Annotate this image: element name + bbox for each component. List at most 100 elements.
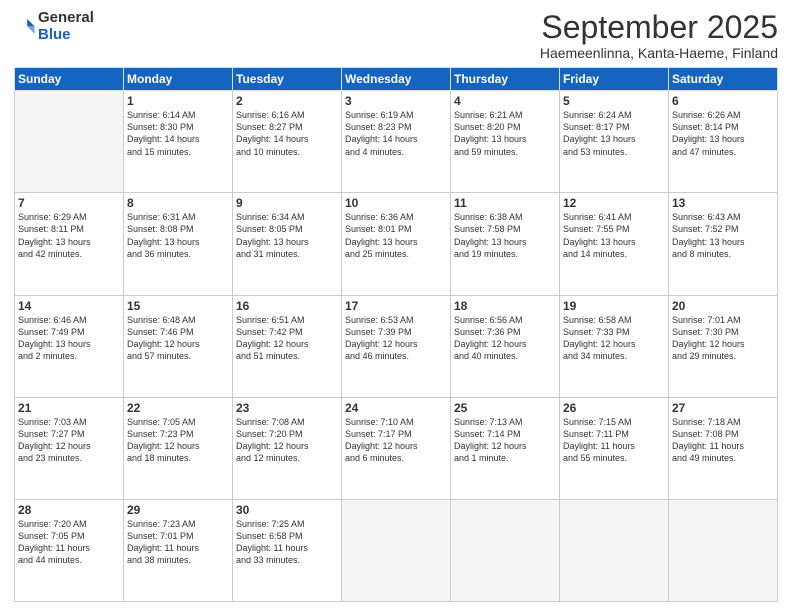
col-tuesday: Tuesday (233, 68, 342, 91)
day-info: Sunrise: 6:53 AMSunset: 7:39 PMDaylight:… (345, 314, 447, 363)
week-row-3: 14Sunrise: 6:46 AMSunset: 7:49 PMDayligh… (15, 295, 778, 397)
title-block: September 2025 Haemeenlinna, Kanta-Haeme… (540, 10, 778, 61)
day-number: 7 (18, 196, 120, 210)
day-info: Sunrise: 7:03 AMSunset: 7:27 PMDaylight:… (18, 416, 120, 465)
day-number: 24 (345, 401, 447, 415)
day-cell: 30Sunrise: 7:25 AMSunset: 6:58 PMDayligh… (233, 499, 342, 601)
day-number: 22 (127, 401, 229, 415)
day-number: 9 (236, 196, 338, 210)
calendar-header: Sunday Monday Tuesday Wednesday Thursday… (15, 68, 778, 91)
day-number: 18 (454, 299, 556, 313)
day-info: Sunrise: 6:26 AMSunset: 8:14 PMDaylight:… (672, 109, 774, 158)
day-cell: 18Sunrise: 6:56 AMSunset: 7:36 PMDayligh… (451, 295, 560, 397)
day-cell: 8Sunrise: 6:31 AMSunset: 8:08 PMDaylight… (124, 193, 233, 295)
day-info: Sunrise: 6:43 AMSunset: 7:52 PMDaylight:… (672, 211, 774, 260)
day-info: Sunrise: 6:16 AMSunset: 8:27 PMDaylight:… (236, 109, 338, 158)
day-info: Sunrise: 7:25 AMSunset: 6:58 PMDaylight:… (236, 518, 338, 567)
day-cell: 21Sunrise: 7:03 AMSunset: 7:27 PMDayligh… (15, 397, 124, 499)
day-cell: 19Sunrise: 6:58 AMSunset: 7:33 PMDayligh… (560, 295, 669, 397)
col-monday: Monday (124, 68, 233, 91)
day-info: Sunrise: 7:10 AMSunset: 7:17 PMDaylight:… (345, 416, 447, 465)
day-cell: 17Sunrise: 6:53 AMSunset: 7:39 PMDayligh… (342, 295, 451, 397)
day-number: 15 (127, 299, 229, 313)
day-info: Sunrise: 6:21 AMSunset: 8:20 PMDaylight:… (454, 109, 556, 158)
col-wednesday: Wednesday (342, 68, 451, 91)
day-number: 26 (563, 401, 665, 415)
day-number: 10 (345, 196, 447, 210)
day-info: Sunrise: 6:56 AMSunset: 7:36 PMDaylight:… (454, 314, 556, 363)
day-info: Sunrise: 7:05 AMSunset: 7:23 PMDaylight:… (127, 416, 229, 465)
day-cell: 23Sunrise: 7:08 AMSunset: 7:20 PMDayligh… (233, 397, 342, 499)
day-cell: 22Sunrise: 7:05 AMSunset: 7:23 PMDayligh… (124, 397, 233, 499)
day-cell: 5Sunrise: 6:24 AMSunset: 8:17 PMDaylight… (560, 91, 669, 193)
day-info: Sunrise: 7:15 AMSunset: 7:11 PMDaylight:… (563, 416, 665, 465)
day-cell: 26Sunrise: 7:15 AMSunset: 7:11 PMDayligh… (560, 397, 669, 499)
week-row-2: 7Sunrise: 6:29 AMSunset: 8:11 PMDaylight… (15, 193, 778, 295)
day-cell: 11Sunrise: 6:38 AMSunset: 7:58 PMDayligh… (451, 193, 560, 295)
day-info: Sunrise: 6:14 AMSunset: 8:30 PMDaylight:… (127, 109, 229, 158)
day-cell: 25Sunrise: 7:13 AMSunset: 7:14 PMDayligh… (451, 397, 560, 499)
day-number: 16 (236, 299, 338, 313)
day-cell (669, 499, 778, 601)
logo-blue: Blue (38, 26, 71, 43)
day-cell: 27Sunrise: 7:18 AMSunset: 7:08 PMDayligh… (669, 397, 778, 499)
day-info: Sunrise: 7:23 AMSunset: 7:01 PMDaylight:… (127, 518, 229, 567)
day-info: Sunrise: 6:34 AMSunset: 8:05 PMDaylight:… (236, 211, 338, 260)
day-info: Sunrise: 7:13 AMSunset: 7:14 PMDaylight:… (454, 416, 556, 465)
day-info: Sunrise: 6:48 AMSunset: 7:46 PMDaylight:… (127, 314, 229, 363)
day-info: Sunrise: 7:20 AMSunset: 7:05 PMDaylight:… (18, 518, 120, 567)
day-number: 25 (454, 401, 556, 415)
calendar-table: Sunday Monday Tuesday Wednesday Thursday… (14, 67, 778, 602)
day-cell: 2Sunrise: 6:16 AMSunset: 8:27 PMDaylight… (233, 91, 342, 193)
day-number: 3 (345, 94, 447, 108)
day-cell (451, 499, 560, 601)
day-number: 19 (563, 299, 665, 313)
day-cell (15, 91, 124, 193)
logo-text: General Blue (38, 10, 94, 43)
day-cell: 13Sunrise: 6:43 AMSunset: 7:52 PMDayligh… (669, 193, 778, 295)
day-number: 6 (672, 94, 774, 108)
day-info: Sunrise: 6:19 AMSunset: 8:23 PMDaylight:… (345, 109, 447, 158)
logo: General Blue (14, 10, 94, 43)
day-cell: 20Sunrise: 7:01 AMSunset: 7:30 PMDayligh… (669, 295, 778, 397)
week-row-4: 21Sunrise: 7:03 AMSunset: 7:27 PMDayligh… (15, 397, 778, 499)
day-number: 29 (127, 503, 229, 517)
day-info: Sunrise: 7:01 AMSunset: 7:30 PMDaylight:… (672, 314, 774, 363)
logo-general: General (38, 9, 94, 26)
day-cell: 4Sunrise: 6:21 AMSunset: 8:20 PMDaylight… (451, 91, 560, 193)
day-cell: 12Sunrise: 6:41 AMSunset: 7:55 PMDayligh… (560, 193, 669, 295)
day-info: Sunrise: 6:29 AMSunset: 8:11 PMDaylight:… (18, 211, 120, 260)
day-cell: 3Sunrise: 6:19 AMSunset: 8:23 PMDaylight… (342, 91, 451, 193)
day-info: Sunrise: 6:24 AMSunset: 8:17 PMDaylight:… (563, 109, 665, 158)
day-number: 2 (236, 94, 338, 108)
day-cell (560, 499, 669, 601)
day-cell: 24Sunrise: 7:10 AMSunset: 7:17 PMDayligh… (342, 397, 451, 499)
day-cell: 16Sunrise: 6:51 AMSunset: 7:42 PMDayligh… (233, 295, 342, 397)
col-sunday: Sunday (15, 68, 124, 91)
header-row: Sunday Monday Tuesday Wednesday Thursday… (15, 68, 778, 91)
day-number: 14 (18, 299, 120, 313)
day-info: Sunrise: 7:08 AMSunset: 7:20 PMDaylight:… (236, 416, 338, 465)
day-number: 8 (127, 196, 229, 210)
day-number: 1 (127, 94, 229, 108)
day-number: 23 (236, 401, 338, 415)
calendar-body: 1Sunrise: 6:14 AMSunset: 8:30 PMDaylight… (15, 91, 778, 602)
month-title: September 2025 (540, 10, 778, 45)
day-number: 30 (236, 503, 338, 517)
day-cell: 29Sunrise: 7:23 AMSunset: 7:01 PMDayligh… (124, 499, 233, 601)
day-info: Sunrise: 6:36 AMSunset: 8:01 PMDaylight:… (345, 211, 447, 260)
day-number: 17 (345, 299, 447, 313)
day-info: Sunrise: 6:31 AMSunset: 8:08 PMDaylight:… (127, 211, 229, 260)
day-cell: 9Sunrise: 6:34 AMSunset: 8:05 PMDaylight… (233, 193, 342, 295)
page: General Blue September 2025 Haemeenlinna… (0, 0, 792, 612)
header: General Blue September 2025 Haemeenlinna… (14, 10, 778, 61)
day-number: 28 (18, 503, 120, 517)
location: Haemeenlinna, Kanta-Haeme, Finland (540, 45, 778, 61)
day-cell: 28Sunrise: 7:20 AMSunset: 7:05 PMDayligh… (15, 499, 124, 601)
day-cell: 6Sunrise: 6:26 AMSunset: 8:14 PMDaylight… (669, 91, 778, 193)
col-thursday: Thursday (451, 68, 560, 91)
day-info: Sunrise: 6:41 AMSunset: 7:55 PMDaylight:… (563, 211, 665, 260)
logo-icon (14, 16, 36, 38)
day-cell: 15Sunrise: 6:48 AMSunset: 7:46 PMDayligh… (124, 295, 233, 397)
day-cell (342, 499, 451, 601)
